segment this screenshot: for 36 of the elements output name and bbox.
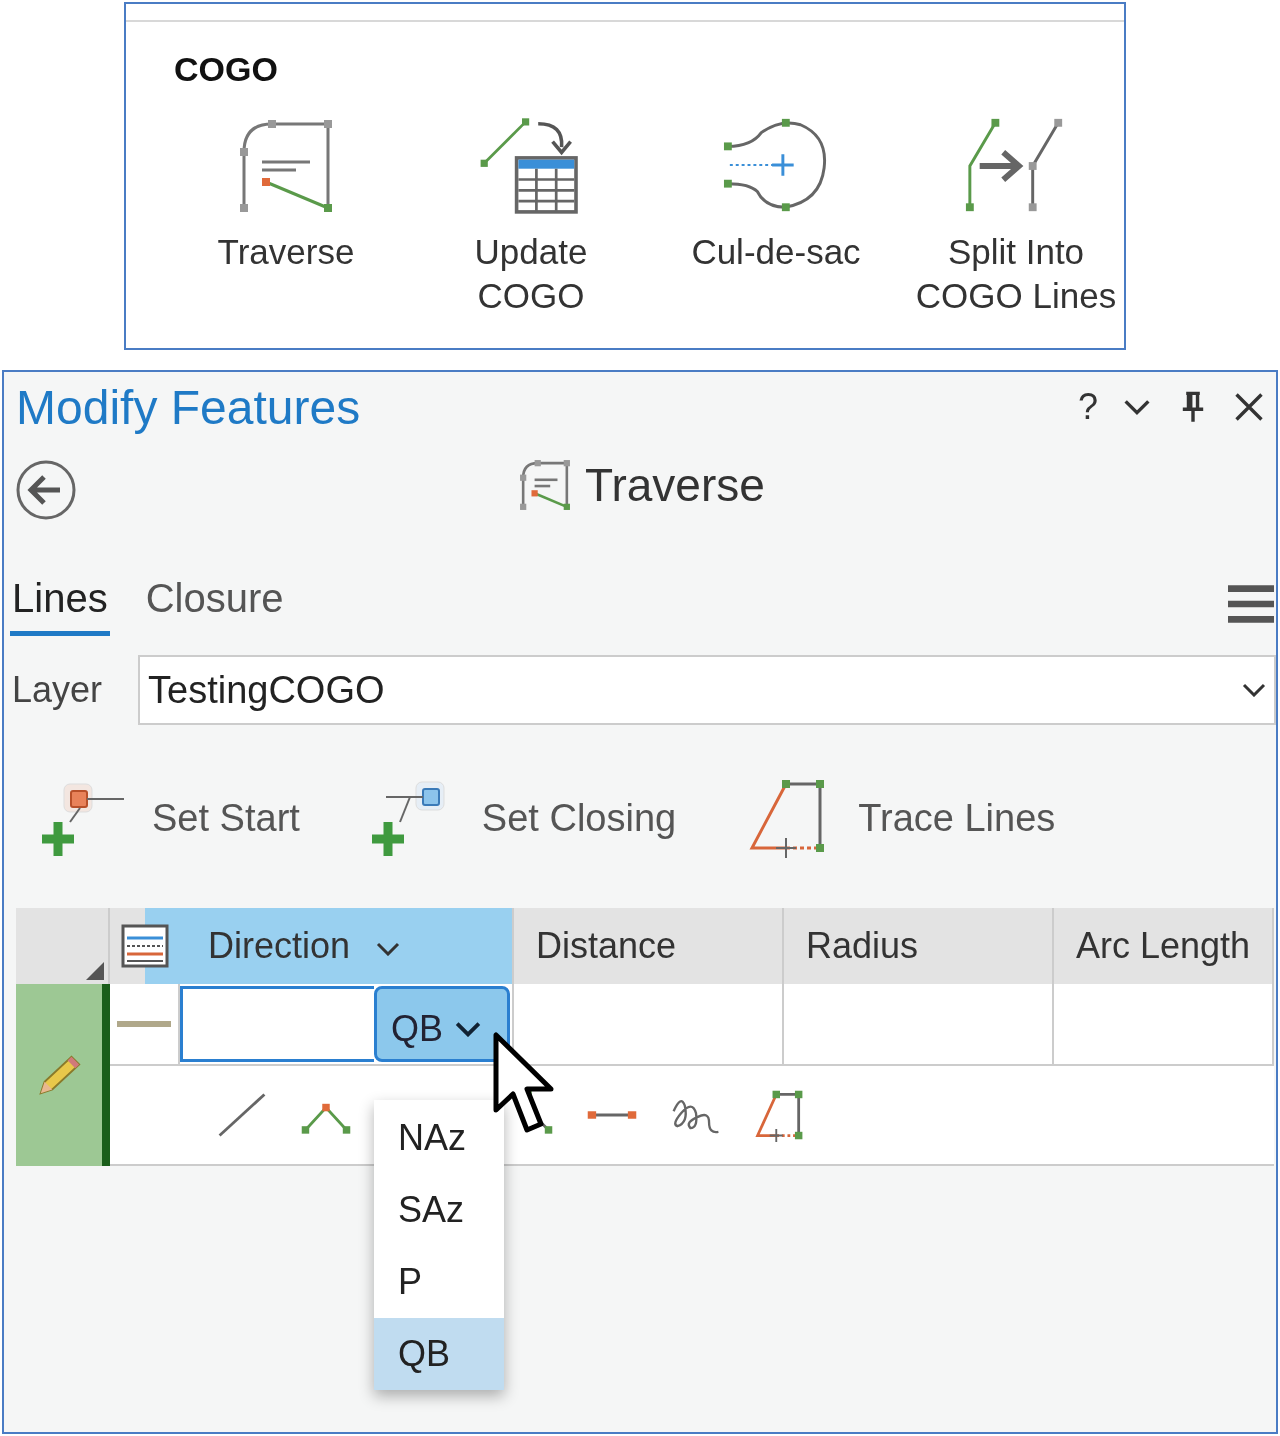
layer-label: Layer [11,669,104,711]
back-icon[interactable] [14,458,78,522]
grid-options-icon[interactable] [121,924,169,968]
caret-icon [1242,683,1266,697]
help-button[interactable]: ? [1077,386,1098,428]
tab[interactable]: Lines [10,576,110,636]
unit-option[interactable]: NAz [374,1102,504,1174]
column-header[interactable]: Direction [180,908,514,984]
action-button[interactable]: Set Start [40,778,300,858]
table-cell[interactable] [784,984,1054,1066]
tool-title: Traverse [585,458,765,512]
action-button[interactable]: Set Closing [369,778,677,858]
column-header[interactable]: Radius [784,908,1054,984]
ribbon-tool[interactable]: Split Into COGO Lines [896,116,1136,318]
unit-option[interactable]: P [374,1246,504,1318]
action-button[interactable]: Trace Lines [746,778,1056,858]
line-segment-icon [117,1021,171,1027]
group-title: COGO [174,50,278,89]
column-header[interactable]: Arc Length [1054,908,1274,984]
unit-option[interactable]: QB [374,1318,504,1390]
pane-title: Modify Features [16,379,361,435]
unit-option[interactable]: SAz [374,1174,504,1246]
table-cell[interactable] [514,984,784,1066]
ribbon-tool[interactable]: Cul-de-sac [656,116,896,318]
menu-icon[interactable] [1228,582,1274,626]
tab[interactable]: Closure [143,576,286,636]
column-header[interactable]: Distance [514,908,784,984]
direction-input[interactable] [180,986,374,1062]
unit-dropdown[interactable]: QB [374,986,510,1062]
table-cell[interactable] [1054,984,1274,1066]
layer-dropdown[interactable]: TestingCOGO [138,655,1276,725]
traverse-icon [519,459,571,511]
ribbon-tool[interactable]: Update COGO [406,116,656,318]
caret-icon [455,1021,481,1037]
caret-icon [376,942,401,956]
ribbon-tool[interactable]: Traverse [166,116,406,318]
